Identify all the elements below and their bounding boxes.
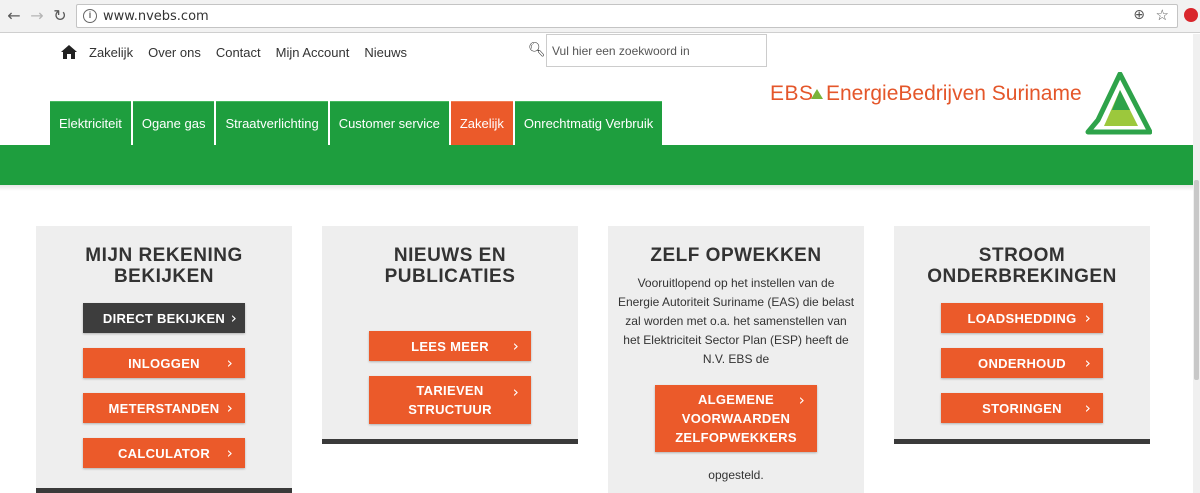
search-input[interactable]: [546, 34, 767, 67]
button-label: ZELFOPWEKKERS: [675, 430, 797, 445]
card-mijn-rekening: MIJN REKENING BEKIJKEN DIRECT BEKIJKEN ›…: [36, 226, 292, 493]
banner-shadow: [0, 185, 1193, 191]
card-title-line: ONDERBREKINGEN: [927, 266, 1117, 287]
page: Zakelijk Over ons Contact Mijn Account N…: [0, 34, 1193, 493]
card-title-line: NIEUWS EN: [393, 245, 507, 266]
calculator-button[interactable]: CALCULATOR ›: [83, 438, 245, 468]
chevron-right-icon: ›: [1084, 354, 1091, 372]
storingen-button[interactable]: STORINGEN ›: [941, 393, 1103, 423]
tab-straatverlichting[interactable]: Straatverlichting: [216, 101, 328, 145]
button-label: STRUCTUUR: [408, 402, 492, 417]
info-icon[interactable]: i: [83, 9, 97, 23]
button-label: STORINGEN: [982, 400, 1062, 416]
scrollbar-thumb[interactable]: [1194, 180, 1199, 380]
card-stroom-onderbrekingen: STROOM ONDERBREKINGEN LOADSHEDDING › OND…: [894, 226, 1150, 444]
green-banner: [0, 145, 1193, 185]
meterstanden-button[interactable]: METERSTANDEN ›: [83, 393, 245, 423]
card-title-line: STROOM: [978, 245, 1066, 266]
card-nieuws-publicaties: NIEUWS EN PUBLICATIES LEES MEER › TARIEV…: [322, 226, 578, 444]
card-title: STROOM ONDERBREKINGEN: [894, 226, 1150, 287]
chevron-right-icon: ›: [226, 354, 233, 372]
onderhoud-button[interactable]: ONDERHOUD ›: [941, 348, 1103, 378]
button-label: ALGEMENE: [697, 392, 775, 407]
chevron-right-icon: ›: [226, 444, 233, 462]
nav-link-nieuws[interactable]: Nieuws: [364, 45, 407, 60]
card-title: NIEUWS EN PUBLICATIES: [322, 226, 578, 287]
chevron-right-icon: ›: [230, 309, 237, 327]
logo-triangle-icon: [811, 89, 823, 99]
button-label: ONDERHOUD: [978, 355, 1066, 371]
chevron-right-icon: ›: [512, 383, 519, 401]
button-label: VOORWAARDEN: [681, 411, 791, 426]
card-title-line: PUBLICATIES: [384, 266, 516, 287]
tab-zakelijk[interactable]: Zakelijk: [450, 101, 513, 145]
chevron-right-icon: ›: [798, 391, 805, 409]
button-label: METERSTANDEN: [108, 400, 220, 416]
chevron-right-icon: ›: [1084, 399, 1091, 417]
button-label: DIRECT BEKIJKEN: [102, 310, 226, 326]
algemene-voorwaarden-button[interactable]: ALGEMENE VOORWAARDEN ZELFOPWEKKERS ›: [655, 385, 817, 452]
card-zelf-opwekken: ZELF OPWEKKEN Vooruitlopend op het inste…: [608, 226, 864, 493]
forward-icon[interactable]: →: [27, 6, 47, 26]
nav-link-zakelijk[interactable]: Zakelijk: [89, 45, 133, 60]
card-title-line: MIJN REKENING: [85, 245, 243, 266]
card-title-line: BEKIJKEN: [113, 266, 215, 287]
tab-ogane-gas[interactable]: Ogane gas: [132, 101, 215, 145]
card-title: ZELF OPWEKKEN: [650, 245, 822, 266]
zoom-icon[interactable]: ⊕: [1133, 7, 1145, 23]
button-label: INLOGGEN: [128, 355, 200, 371]
top-navigation: Zakelijk Over ons Contact Mijn Account N…: [60, 42, 422, 62]
button-label: LOADSHEDDING: [967, 310, 1077, 326]
chevron-right-icon: ›: [226, 399, 233, 417]
inloggen-button[interactable]: INLOGGEN ›: [83, 348, 245, 378]
home-icon[interactable]: [60, 44, 78, 60]
chevron-right-icon: ›: [512, 337, 519, 355]
logo-company-name: EnergieBedrijven Suriname: [826, 82, 1082, 105]
logo-mark-icon: [1085, 72, 1152, 135]
button-label: CALCULATOR: [117, 445, 211, 461]
bookmark-star-icon[interactable]: ☆: [1156, 6, 1169, 24]
logo-ebs-text: EBS: [770, 82, 814, 105]
url-text[interactable]: www.nvebs.com: [103, 9, 209, 24]
card-title: MIJN REKENING BEKIJKEN: [36, 226, 292, 287]
tab-customer-service[interactable]: Customer service: [329, 101, 449, 145]
extension-icon[interactable]: [1184, 8, 1198, 22]
nav-link-over-ons[interactable]: Over ons: [148, 45, 201, 60]
main-tabs: Elektriciteit Ogane gas Straatverlichtin…: [50, 101, 664, 145]
chevron-right-icon: ›: [1084, 309, 1091, 327]
button-label: LEES MEER: [411, 338, 489, 354]
card-bottom-bar: [894, 439, 1150, 444]
address-bar[interactable]: i www.nvebs.com ⊕ ☆: [76, 4, 1178, 28]
nav-link-contact[interactable]: Contact: [216, 45, 261, 60]
tarieven-structuur-button[interactable]: TARIEVEN STRUCTUUR ›: [369, 376, 531, 424]
card-bottom-bar: [322, 439, 578, 444]
loadshedding-button[interactable]: LOADSHEDDING ›: [941, 303, 1103, 333]
nav-link-mijn-account[interactable]: Mijn Account: [276, 45, 350, 60]
lees-meer-button[interactable]: LEES MEER ›: [369, 331, 531, 361]
card-bottom-bar: [36, 488, 292, 493]
direct-bekijken-button[interactable]: DIRECT BEKIJKEN ›: [83, 303, 245, 333]
search-icon[interactable]: 🔍︎: [528, 42, 546, 58]
reload-icon[interactable]: ↻: [50, 6, 70, 26]
tab-elektriciteit[interactable]: Elektriciteit: [50, 101, 131, 145]
tab-onrechtmatig-verbruik[interactable]: Onrechtmatig Verbruik: [514, 101, 663, 145]
button-label: TARIEVEN: [416, 383, 484, 398]
browser-toolbar: ← → ↻ i www.nvebs.com ⊕ ☆: [0, 0, 1200, 33]
card-after-text: opgesteld.: [708, 468, 764, 482]
card-description: Vooruitlopend op het instellen van de En…: [617, 276, 855, 366]
back-icon[interactable]: ←: [4, 6, 24, 26]
